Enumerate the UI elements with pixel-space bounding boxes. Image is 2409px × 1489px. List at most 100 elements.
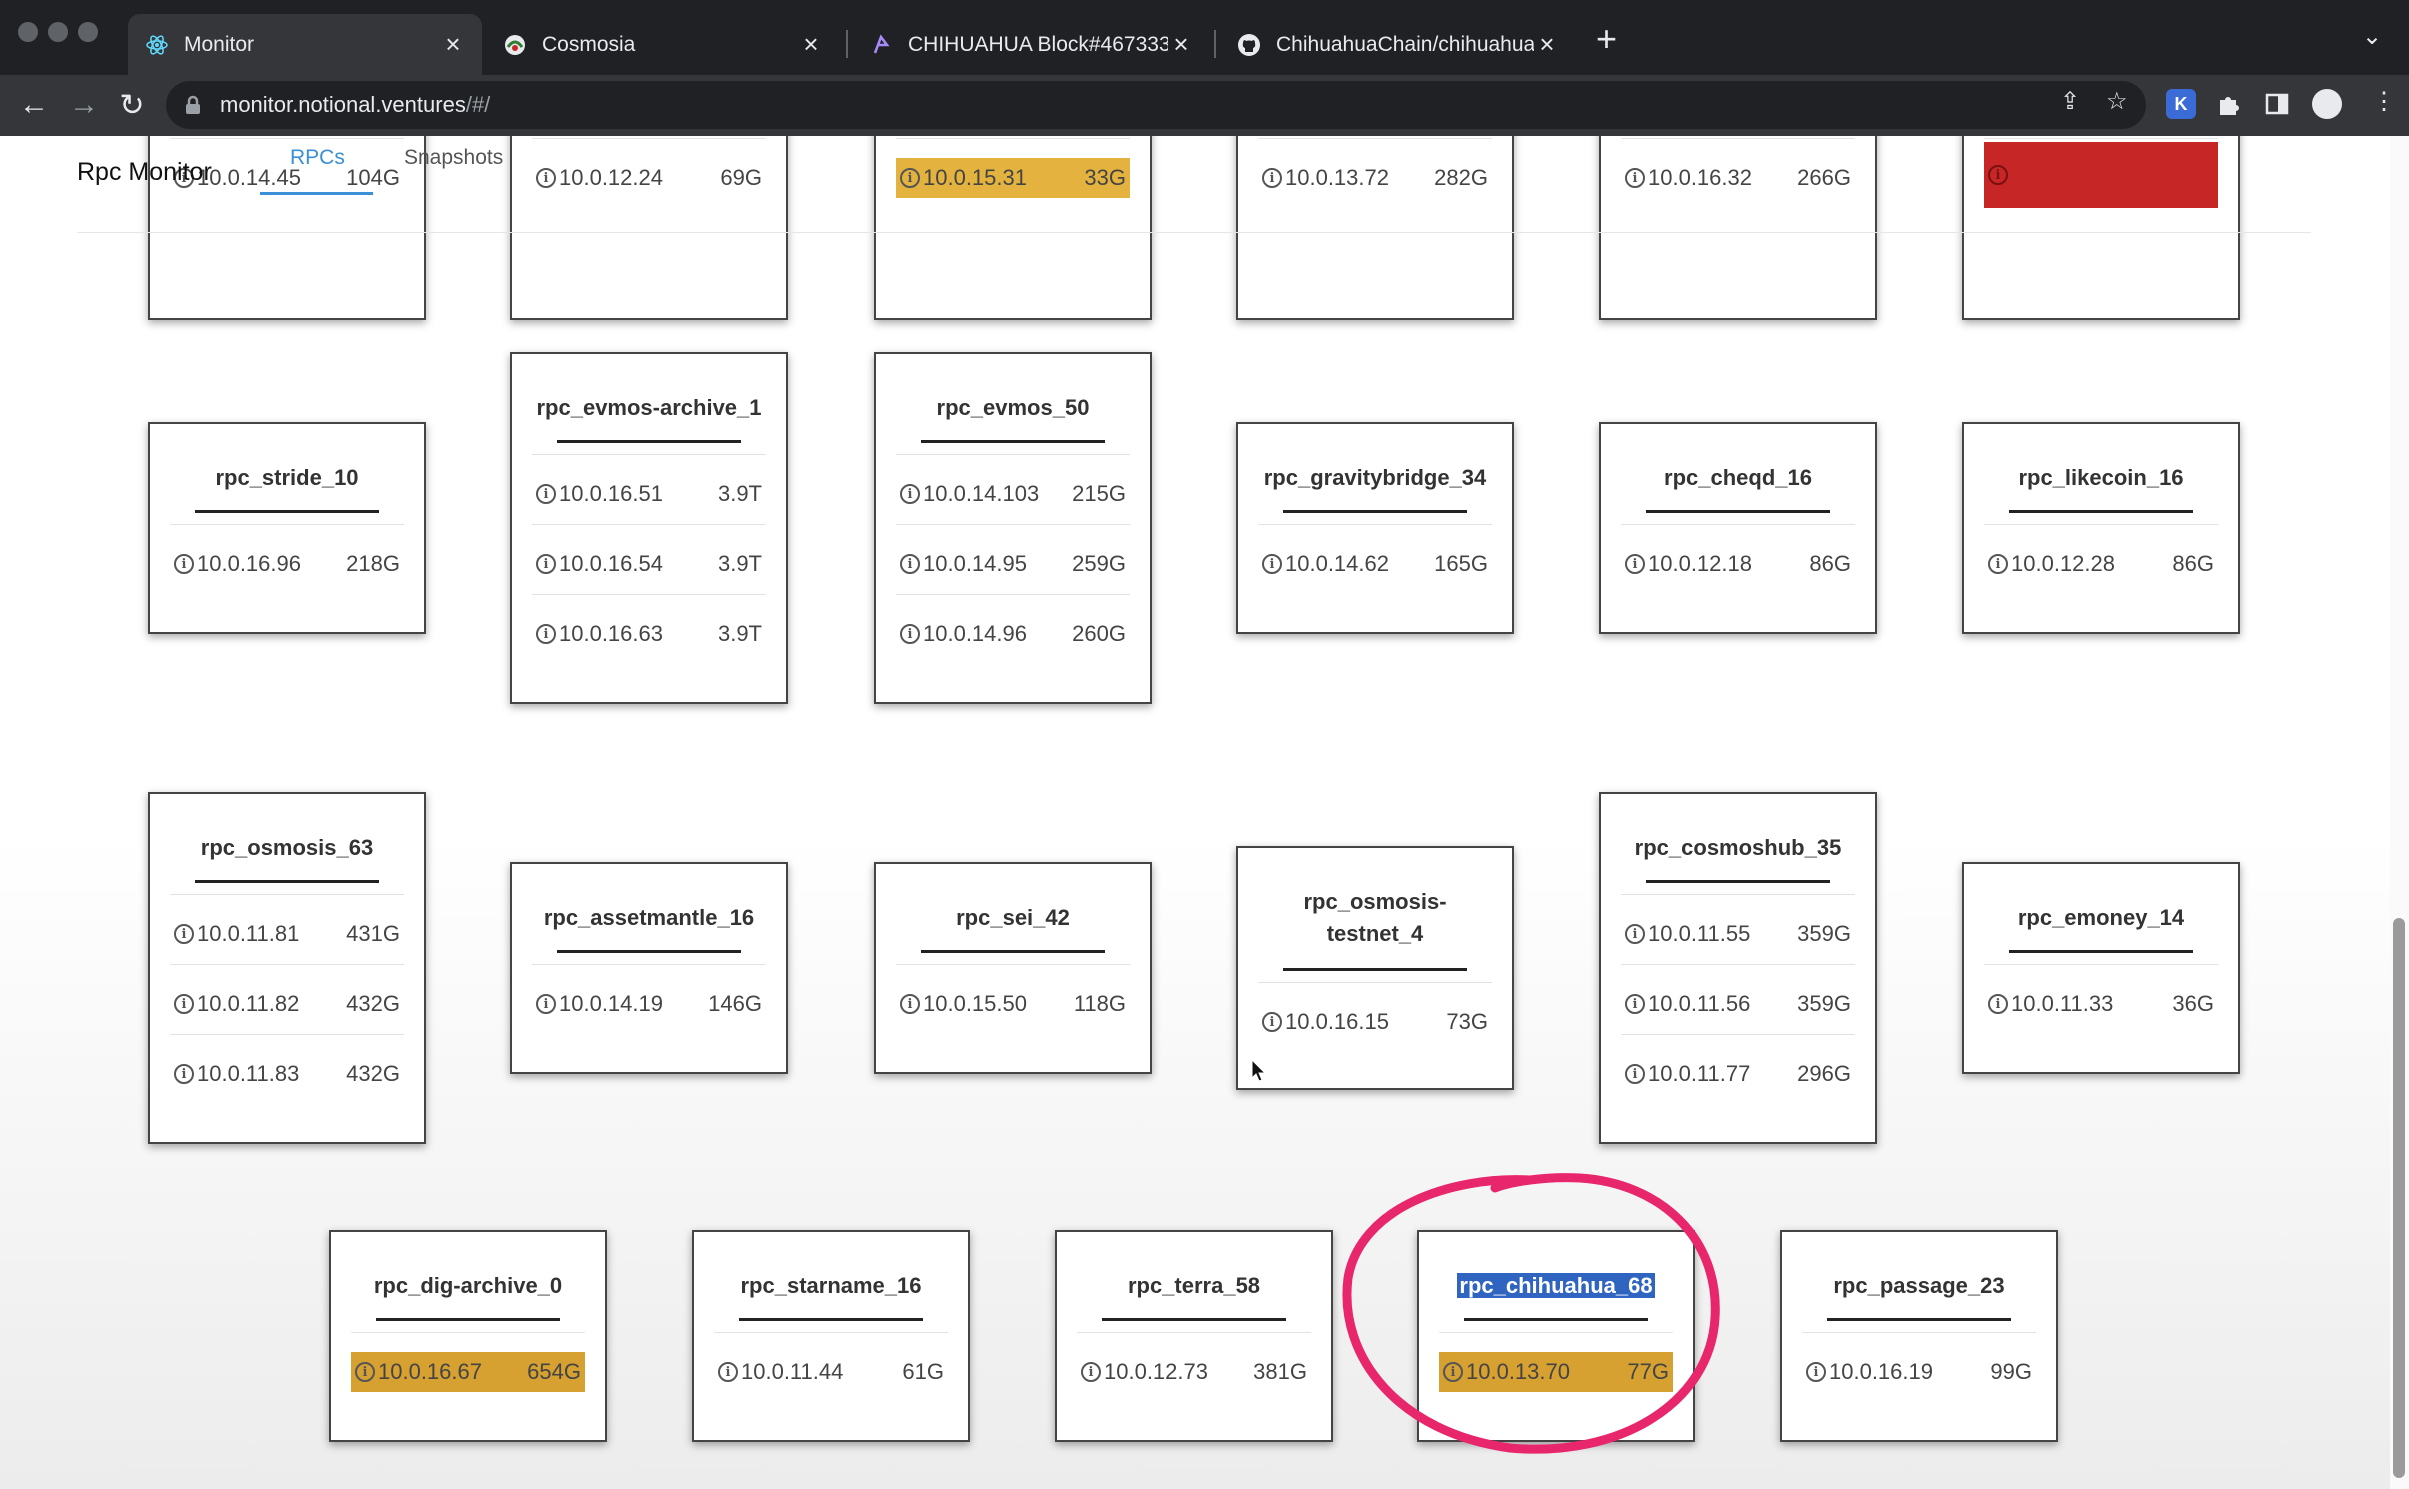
rpc-card[interactable]: rpc_osmosis-testnet_4 i 10.0.16.15 73G bbox=[1236, 846, 1514, 1090]
browser-tab-chihuahua-block[interactable]: CHIHUAHUA Block#4673333 × bbox=[852, 14, 1210, 75]
side-panel-icon[interactable] bbox=[2262, 89, 2292, 119]
rpc-node-row[interactable]: i 10.0.11.77 296G bbox=[1621, 1054, 1855, 1094]
scrollbar-thumb[interactable] bbox=[2393, 918, 2405, 1478]
rpc-node-row[interactable]: i 10.0.14.95 259G bbox=[896, 544, 1130, 584]
info-icon[interactable]: i bbox=[1443, 1362, 1463, 1382]
rpc-node-row[interactable]: i 10.0.11.55 359G bbox=[1621, 914, 1855, 954]
rpc-card[interactable]: rpc_dig-archive_0 i 10.0.16.67 654G bbox=[329, 1230, 607, 1442]
rpc-node-row[interactable]: i 10.0.15.50 118G bbox=[896, 984, 1130, 1024]
window-zoom-dot[interactable] bbox=[78, 22, 98, 42]
info-icon[interactable]: i bbox=[1262, 168, 1282, 188]
info-icon[interactable]: i bbox=[1625, 924, 1645, 944]
new-tab-icon[interactable]: + bbox=[1596, 18, 1617, 60]
info-icon[interactable]: i bbox=[1625, 554, 1645, 574]
info-icon[interactable]: i bbox=[1625, 168, 1645, 188]
info-icon[interactable]: i bbox=[174, 1064, 194, 1084]
info-icon[interactable]: i bbox=[174, 994, 194, 1014]
rpc-node-row[interactable]: i 10.0.16.19 99G bbox=[1802, 1352, 2036, 1392]
rpc-card[interactable]: rpc_stride_10 i 10.0.16.96 218G bbox=[148, 422, 426, 634]
browser-tab-github[interactable]: ChihuahuaChain/chihuahua: ch × bbox=[1220, 14, 1576, 75]
info-icon[interactable]: i bbox=[900, 484, 920, 504]
rpc-node-row[interactable]: i 10.0.11.83 432G bbox=[170, 1054, 404, 1094]
tab-rpcs[interactable]: RPCs bbox=[290, 146, 345, 170]
info-icon[interactable]: i bbox=[1988, 554, 2008, 574]
rpc-node-row[interactable]: i 10.0.14.62 165G bbox=[1258, 544, 1492, 584]
rpc-node-row[interactable]: i 10.0.16.51 3.9T bbox=[532, 474, 766, 514]
info-icon[interactable]: i bbox=[1988, 165, 2008, 185]
rpc-node-row[interactable]: i 10.0.11.81 431G bbox=[170, 914, 404, 954]
tab-snapshots[interactable]: Snapshots bbox=[404, 146, 503, 170]
info-icon[interactable]: i bbox=[1262, 1012, 1282, 1032]
info-icon[interactable]: i bbox=[1262, 554, 1282, 574]
info-icon[interactable]: i bbox=[536, 168, 556, 188]
rpc-node-row[interactable]: i 10.0.16.63 3.9T bbox=[532, 614, 766, 654]
rpc-card[interactable]: rpc_gravitybridge_34 i 10.0.14.62 165G bbox=[1236, 422, 1514, 634]
rpc-card[interactable]: rpc_likecoin_16 i 10.0.12.28 86G bbox=[1962, 422, 2240, 634]
rpc-card[interactable]: i 10.0.15.31 33G bbox=[874, 136, 1152, 320]
info-icon[interactable]: i bbox=[1806, 1362, 1826, 1382]
rpc-node-row[interactable]: i 10.0.14.103 215G bbox=[896, 474, 1130, 514]
window-close-dot[interactable] bbox=[18, 22, 38, 42]
rpc-node-row[interactable]: i 10.0.14.96 260G bbox=[896, 614, 1130, 654]
tab-search-chevron-icon[interactable]: ⌄ bbox=[2362, 22, 2382, 51]
info-icon[interactable]: i bbox=[1625, 994, 1645, 1014]
rpc-card[interactable]: i 10.0.12.24 69G bbox=[510, 136, 788, 320]
info-icon[interactable]: i bbox=[1988, 994, 2008, 1014]
close-tab-icon[interactable]: × bbox=[798, 29, 824, 60]
forward-arrow-icon[interactable]: → bbox=[64, 85, 104, 125]
close-tab-icon[interactable]: × bbox=[1168, 29, 1194, 60]
rpc-card[interactable]: rpc_chihuahua_68 i 10.0.13.70 77G bbox=[1417, 1230, 1695, 1442]
info-icon[interactable]: i bbox=[900, 624, 920, 644]
info-icon[interactable]: i bbox=[1081, 1362, 1101, 1382]
rpc-card[interactable]: rpc_evmos_50 i 10.0.14.103 215G i 10.0.14.95 2… bbox=[874, 352, 1152, 704]
rpc-node-row[interactable]: i 10.0.13.72 282G bbox=[1258, 158, 1492, 198]
browser-tab-cosmosia[interactable]: Cosmosia × bbox=[486, 14, 840, 75]
rpc-card[interactable]: rpc_sei_42 i 10.0.15.50 118G bbox=[874, 862, 1152, 1074]
rpc-card[interactable]: rpc_evmos-archive_1 i 10.0.16.51 3.9T i 10.0.… bbox=[510, 352, 788, 704]
rpc-node-row[interactable]: i 10.0.11.82 432G bbox=[170, 984, 404, 1024]
rpc-node-row[interactable]: i 10.0.14.19 146G bbox=[532, 984, 766, 1024]
address-bar[interactable]: monitor.notional.ventures/#/ bbox=[166, 81, 2146, 129]
info-icon[interactable]: i bbox=[536, 484, 556, 504]
rpc-node-row[interactable]: i 10.0.11.33 36G bbox=[1984, 984, 2218, 1024]
info-icon[interactable]: i bbox=[355, 1362, 375, 1382]
info-icon[interactable]: i bbox=[900, 554, 920, 574]
rpc-card[interactable]: i bbox=[1962, 136, 2240, 320]
rpc-node-row[interactable]: i 10.0.12.18 86G bbox=[1621, 544, 1855, 584]
rpc-card[interactable]: rpc_emoney_14 i 10.0.11.33 36G bbox=[1962, 862, 2240, 1074]
rpc-card[interactable]: rpc_passage_23 i 10.0.16.19 99G bbox=[1780, 1230, 2058, 1442]
rpc-card[interactable]: rpc_osmosis_63 i 10.0.11.81 431G i 10.0.11.82… bbox=[148, 792, 426, 1144]
rpc-node-row[interactable]: i 10.0.11.56 359G bbox=[1621, 984, 1855, 1024]
rpc-node-row[interactable]: i 10.0.16.96 218G bbox=[170, 544, 404, 584]
info-icon[interactable]: i bbox=[536, 624, 556, 644]
rpc-card[interactable]: i 10.0.13.72 282G bbox=[1236, 136, 1514, 320]
rpc-node-row[interactable]: i 10.0.13.70 77G bbox=[1439, 1352, 1673, 1392]
close-tab-icon[interactable]: × bbox=[1534, 29, 1560, 60]
info-icon[interactable]: i bbox=[174, 924, 194, 944]
info-icon[interactable]: i bbox=[718, 1362, 738, 1382]
rpc-node-row[interactable]: i 10.0.16.15 73G bbox=[1258, 1002, 1492, 1042]
extension-k-icon[interactable]: K bbox=[2166, 89, 2196, 119]
back-arrow-icon[interactable]: ← bbox=[14, 85, 54, 125]
rpc-card[interactable]: rpc_starname_16 i 10.0.11.44 61G bbox=[692, 1230, 970, 1442]
reload-icon[interactable]: ↻ bbox=[112, 85, 152, 125]
info-icon[interactable]: i bbox=[174, 554, 194, 574]
info-icon[interactable]: i bbox=[900, 994, 920, 1014]
rpc-node-row[interactable]: i 10.0.15.31 33G bbox=[896, 158, 1130, 198]
rpc-node-row[interactable]: i 10.0.12.24 69G bbox=[532, 158, 766, 198]
extensions-puzzle-icon[interactable] bbox=[2214, 89, 2244, 119]
info-icon[interactable]: i bbox=[1625, 1064, 1645, 1084]
rpc-node-row[interactable]: i 10.0.16.67 654G bbox=[351, 1352, 585, 1392]
info-icon[interactable]: i bbox=[536, 554, 556, 574]
profile-avatar[interactable] bbox=[2312, 89, 2342, 119]
info-icon[interactable]: i bbox=[536, 994, 556, 1014]
rpc-card[interactable]: rpc_cheqd_16 i 10.0.12.18 86G bbox=[1599, 422, 1877, 634]
rpc-node-row[interactable]: i 10.0.16.32 266G bbox=[1621, 158, 1855, 198]
rpc-node-row[interactable]: i 10.0.11.44 61G bbox=[714, 1352, 948, 1392]
bookmark-star-icon[interactable]: ☆ bbox=[2106, 87, 2128, 116]
browser-tab-monitor[interactable]: Monitor × bbox=[128, 14, 482, 75]
browser-menu-icon[interactable]: ⋮ bbox=[2372, 87, 2396, 116]
window-minimize-dot[interactable] bbox=[48, 22, 68, 42]
info-icon[interactable]: i bbox=[900, 168, 920, 188]
rpc-card[interactable]: i 10.0.16.32 266G bbox=[1599, 136, 1877, 320]
